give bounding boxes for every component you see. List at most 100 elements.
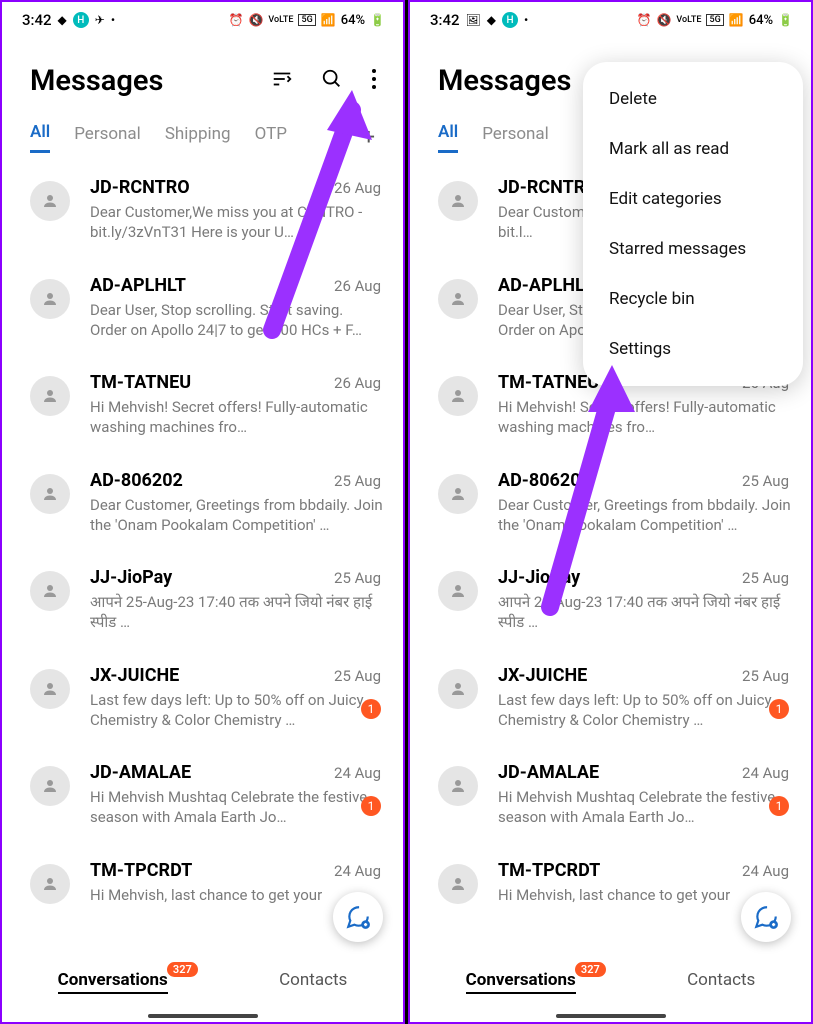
menu-delete[interactable]: Delete bbox=[583, 74, 803, 124]
menu-edit-categories[interactable]: Edit categories bbox=[583, 174, 803, 224]
unread-badge: 1 bbox=[361, 796, 381, 816]
avatar bbox=[30, 766, 70, 806]
dot-icon: • bbox=[111, 13, 115, 27]
nav-handle[interactable] bbox=[148, 1014, 258, 1018]
status-time: 3:42 bbox=[22, 11, 52, 29]
message-item[interactable]: JD-RCNTRO Dear Customer,We miss you at C… bbox=[2, 161, 403, 259]
compose-fab[interactable] bbox=[741, 892, 791, 942]
phone-screenshot-right: 3:42 🖼 ◆ H • ⏰ 🔇 VoLTE 5G 📶 64% 🔋 Messag… bbox=[408, 0, 813, 1024]
bottom-nav: Conversations 327 Contacts bbox=[410, 960, 811, 1004]
avatar bbox=[30, 279, 70, 319]
avatar bbox=[438, 376, 478, 416]
avatar bbox=[30, 669, 70, 709]
avatar bbox=[438, 864, 478, 904]
mute-icon: 🔇 bbox=[656, 13, 671, 27]
page-title: Messages bbox=[438, 64, 571, 98]
message-item[interactable]: JX-JUICHE Last few days left: Up to 50% … bbox=[2, 649, 403, 747]
compose-fab[interactable] bbox=[333, 892, 383, 942]
tab-personal[interactable]: Personal bbox=[74, 124, 141, 152]
nav-handle[interactable] bbox=[556, 1014, 666, 1018]
app-header: Messages bbox=[2, 38, 403, 108]
avatar bbox=[438, 571, 478, 611]
avatar bbox=[438, 279, 478, 319]
tab-conversations[interactable]: Conversations 327 bbox=[466, 970, 576, 994]
add-category-icon[interactable]: + bbox=[363, 125, 375, 150]
message-item[interactable]: JD-AMALAE Hi Mehvish Mushtaq Celebrate t… bbox=[410, 746, 811, 844]
battery-pct: 64% bbox=[749, 13, 773, 28]
message-preview: Last few days left: Up to 50% off on Jui… bbox=[498, 690, 791, 731]
status-bar: 3:42 🖼 ◆ H • ⏰ 🔇 VoLTE 5G 📶 64% 🔋 bbox=[410, 2, 811, 38]
tab-shipping[interactable]: Shipping bbox=[165, 124, 231, 152]
network-icon: 5G bbox=[706, 14, 723, 26]
tab-contacts[interactable]: Contacts bbox=[279, 970, 347, 994]
unread-badge: 1 bbox=[361, 699, 381, 719]
page-title: Messages bbox=[30, 64, 163, 98]
message-date: 24 Aug bbox=[334, 862, 381, 880]
message-preview: Hi Mehvish! Secret offers! Fully-automat… bbox=[90, 397, 383, 438]
search-icon[interactable] bbox=[321, 68, 343, 94]
battery-icon: 🔋 bbox=[370, 13, 385, 27]
message-preview: आपने 25-Aug-23 17:40 तक अपने जियो नंबर ह… bbox=[90, 592, 383, 633]
gallery-icon: 🖼 bbox=[466, 13, 481, 27]
avatar bbox=[30, 376, 70, 416]
avatar bbox=[438, 474, 478, 514]
message-date: 26 Aug bbox=[334, 374, 381, 392]
notif-icon: ◆ bbox=[487, 13, 496, 27]
tab-contacts[interactable]: Contacts bbox=[687, 970, 755, 994]
conversations-badge: 327 bbox=[575, 962, 606, 977]
avatar bbox=[30, 181, 70, 221]
tab-conversations[interactable]: Conversations 327 bbox=[58, 970, 168, 994]
avatar bbox=[438, 669, 478, 709]
avatar bbox=[30, 571, 70, 611]
tab-otp[interactable]: OTP bbox=[255, 124, 287, 152]
app-badge-icon: H bbox=[502, 12, 518, 28]
message-item[interactable]: JJ-JioPay आपने 25-Aug-23 17:40 तक अपने ज… bbox=[410, 551, 811, 649]
message-item[interactable]: AD-APLHLT Dear User, Stop scrolling. Sta… bbox=[2, 259, 403, 357]
message-item[interactable]: JX-JUICHE Last few days left: Up to 50% … bbox=[410, 649, 811, 747]
more-icon[interactable] bbox=[371, 68, 377, 94]
network-icon: 5G bbox=[298, 14, 315, 26]
message-item[interactable]: AD-806202 Dear Customer, Greetings from … bbox=[410, 454, 811, 552]
avatar bbox=[30, 474, 70, 514]
alarm-icon: ⏰ bbox=[229, 13, 244, 27]
message-date: 25 Aug bbox=[742, 667, 789, 685]
battery-pct: 64% bbox=[341, 13, 365, 28]
tab-all[interactable]: All bbox=[30, 122, 50, 153]
message-item[interactable]: JD-AMALAE Hi Mehvish Mushtaq Celebrate t… bbox=[2, 746, 403, 844]
message-preview: Hi Mehvish Mushtaq Celebrate the festive… bbox=[90, 787, 383, 828]
tab-all[interactable]: All bbox=[438, 122, 458, 153]
message-date: 25 Aug bbox=[334, 569, 381, 587]
menu-recycle-bin[interactable]: Recycle bin bbox=[583, 274, 803, 324]
battery-icon: 🔋 bbox=[778, 13, 793, 27]
overflow-menu: Delete Mark all as read Edit categories … bbox=[583, 62, 803, 386]
conversations-badge: 327 bbox=[167, 962, 198, 977]
message-item[interactable]: TM-TATNEU Hi Mehvish! Secret offers! Ful… bbox=[2, 356, 403, 454]
message-preview: Dear User, Stop scrolling. Start saving.… bbox=[90, 300, 383, 341]
lte-icon: VoLTE bbox=[268, 15, 293, 25]
message-preview: आपने 25-Aug-23 17:40 तक अपने जियो नंबर ह… bbox=[498, 592, 791, 633]
message-list[interactable]: JD-RCNTRO Dear Customer,We miss you at C… bbox=[2, 153, 403, 909]
menu-settings[interactable]: Settings bbox=[583, 324, 803, 374]
signal-icon: 📶 bbox=[729, 13, 744, 27]
menu-mark-all-read[interactable]: Mark all as read bbox=[583, 124, 803, 174]
message-item[interactable]: JJ-JioPay आपने 25-Aug-23 17:40 तक अपने ज… bbox=[2, 551, 403, 649]
avatar bbox=[438, 181, 478, 221]
category-tabs: All Personal Shipping OTP + bbox=[2, 108, 403, 153]
lte-icon: VoLTE bbox=[676, 15, 701, 25]
message-item[interactable]: AD-806202 Dear Customer, Greetings from … bbox=[2, 454, 403, 552]
app-badge-icon: H bbox=[73, 12, 89, 28]
message-preview: Dear Customer, Greetings from bbdaily. J… bbox=[498, 495, 791, 536]
message-preview: Last few days left: Up to 50% off on Jui… bbox=[90, 690, 383, 731]
message-date: 25 Aug bbox=[334, 667, 381, 685]
message-date: 25 Aug bbox=[334, 472, 381, 490]
menu-starred[interactable]: Starred messages bbox=[583, 224, 803, 274]
alarm-icon: ⏰ bbox=[637, 13, 652, 27]
message-preview: Hi Mehvish Mushtaq Celebrate the festive… bbox=[498, 787, 791, 828]
dot-icon: • bbox=[524, 13, 528, 27]
avatar bbox=[30, 864, 70, 904]
filter-icon[interactable] bbox=[271, 68, 293, 94]
status-time: 3:42 bbox=[430, 11, 460, 29]
message-date: 26 Aug bbox=[334, 277, 381, 295]
mute-icon: 🔇 bbox=[248, 13, 263, 27]
tab-personal[interactable]: Personal bbox=[482, 124, 549, 152]
